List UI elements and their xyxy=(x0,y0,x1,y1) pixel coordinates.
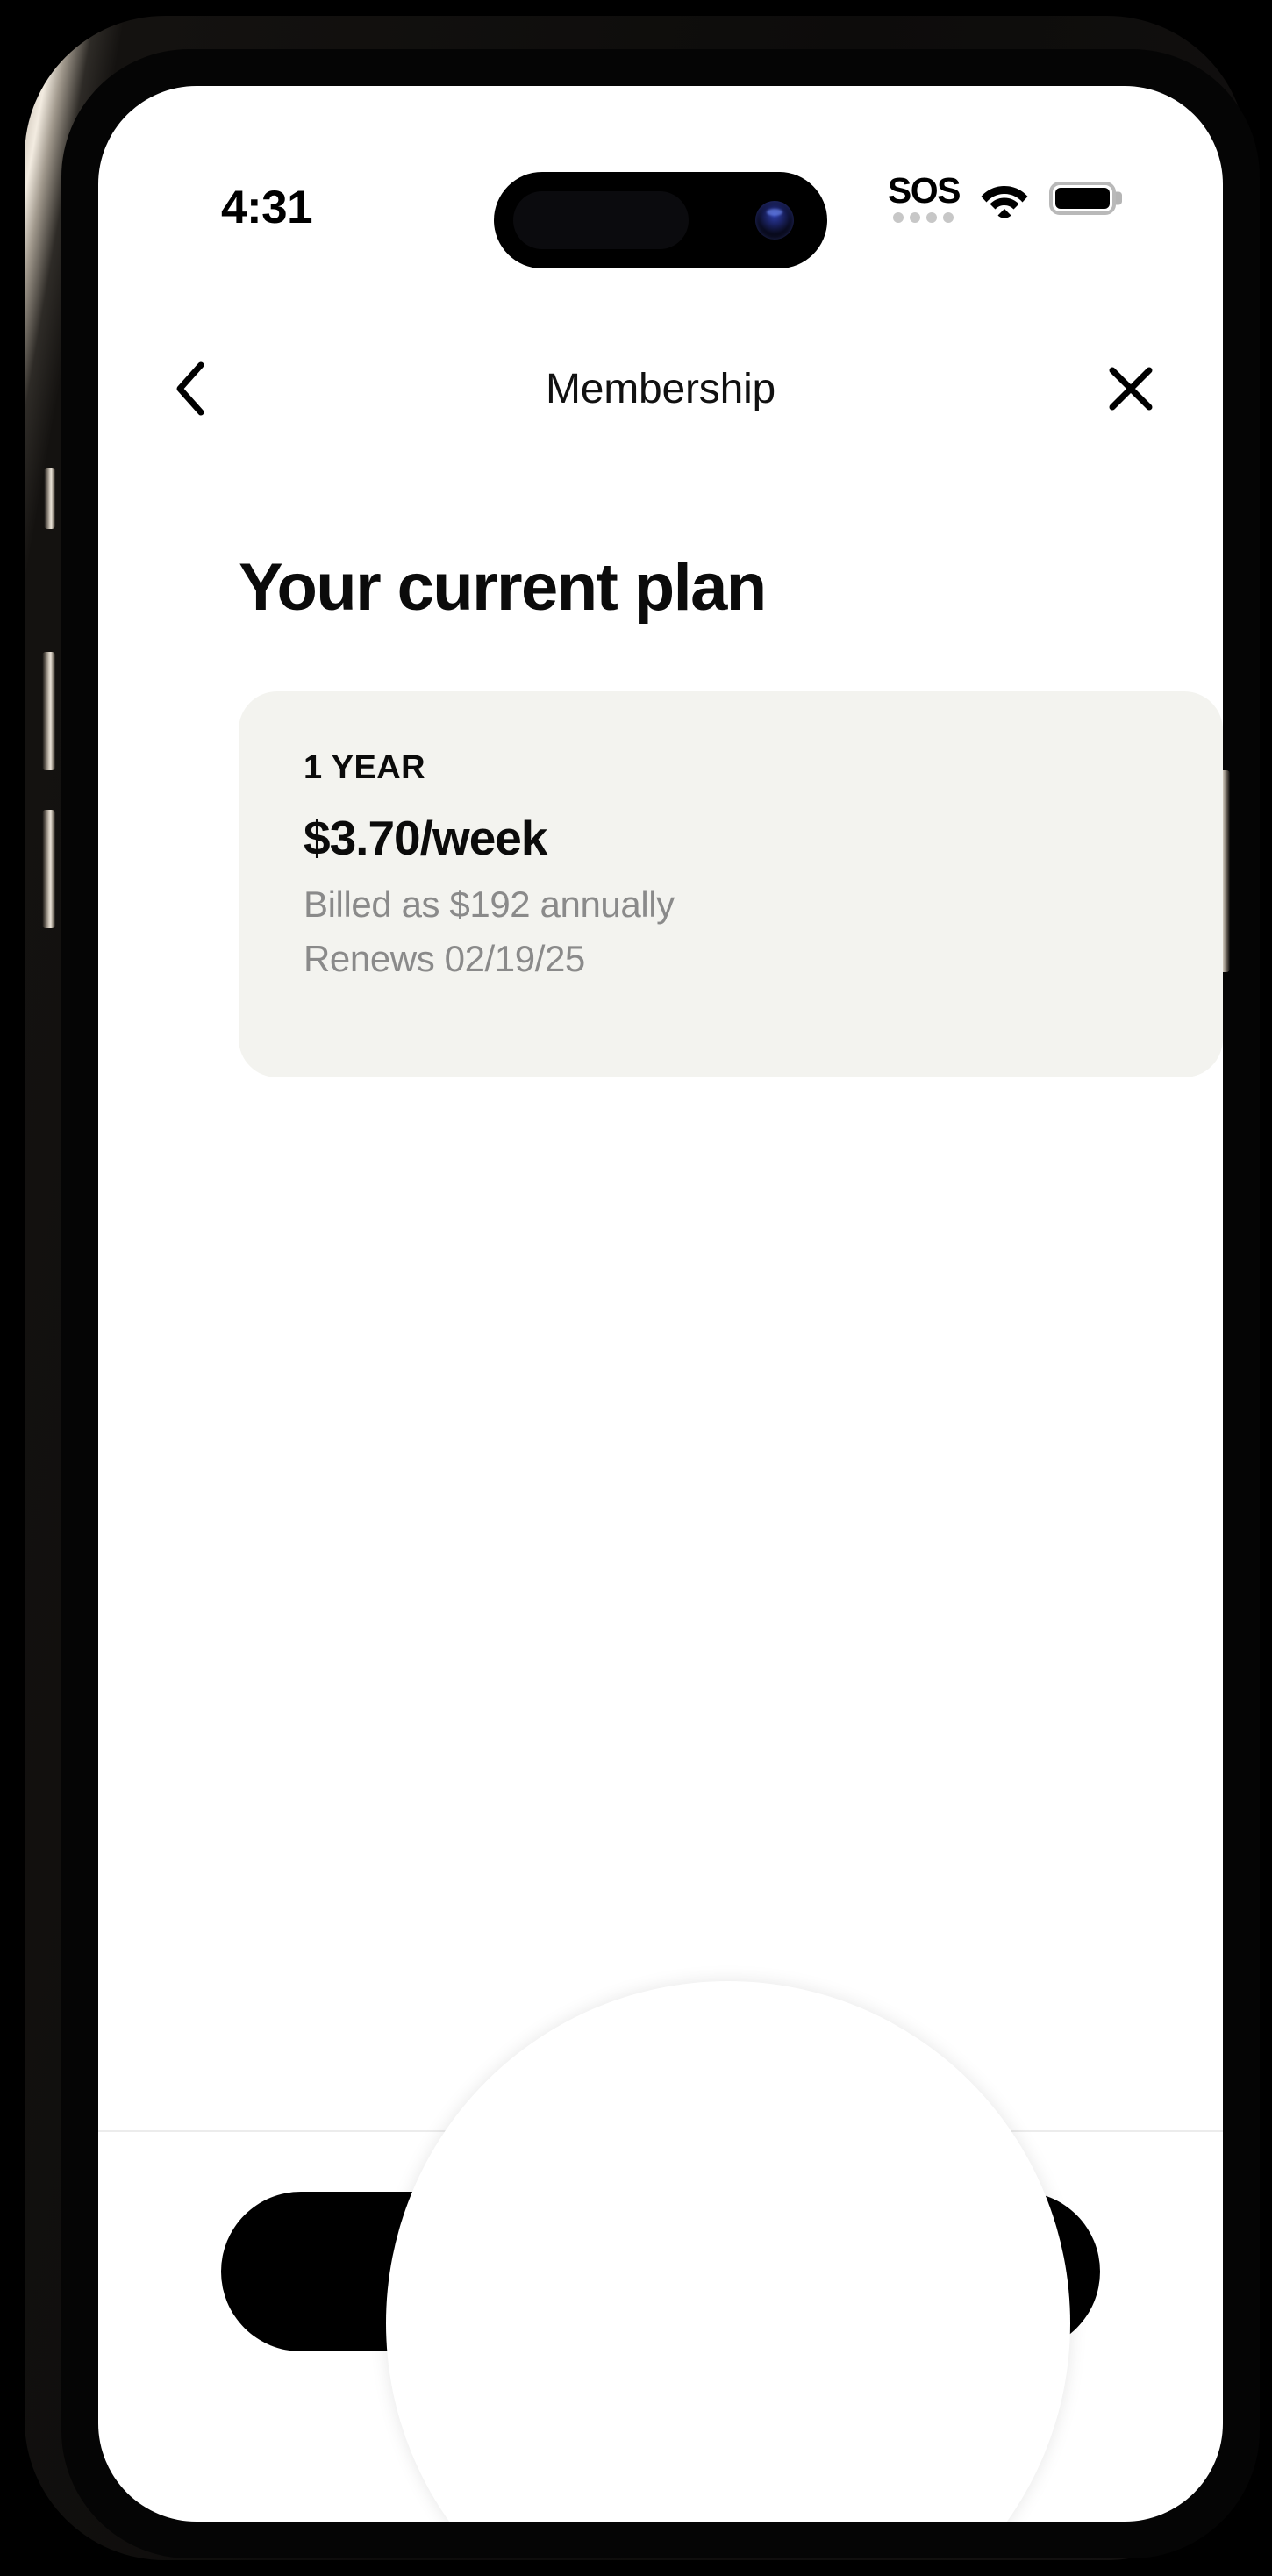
status-bar-time: 4:31 xyxy=(221,182,313,233)
sos-label: SOS xyxy=(887,170,961,211)
volume-down-button[interactable] xyxy=(42,810,55,928)
silent-switch-button[interactable] xyxy=(44,468,55,529)
volume-up-button[interactable] xyxy=(42,652,55,770)
close-button[interactable] xyxy=(1093,351,1168,426)
signal-dots-icon xyxy=(893,211,954,223)
phone-screen: 4:31 SOS Membership Your current plan 1 … xyxy=(98,86,1223,2522)
wifi-icon xyxy=(981,185,1028,218)
earpiece-speaker xyxy=(513,191,689,249)
battery-icon xyxy=(1049,181,1122,215)
status-bar: 4:31 SOS xyxy=(98,86,1223,268)
page-title: Your current plan xyxy=(239,550,767,625)
battery-fill-level xyxy=(1055,187,1110,209)
chevron-left-icon xyxy=(176,361,204,416)
front-camera-icon xyxy=(755,201,794,240)
phone-device-frame: 4:31 SOS Membership Your current plan 1 … xyxy=(25,16,1260,2560)
sos-indicator: SOS xyxy=(887,170,961,223)
dynamic-island xyxy=(494,172,827,268)
back-button[interactable] xyxy=(153,351,228,426)
page-header-title: Membership xyxy=(545,365,776,412)
current-plan-card: 1 YEAR $3.70/week Billed as $192 annuall… xyxy=(239,691,1223,1077)
close-x-icon xyxy=(1109,367,1153,411)
navigation-header: Membership xyxy=(98,332,1223,446)
battery-tip xyxy=(1116,191,1122,205)
plan-billing-detail: Billed as $192 annually xyxy=(304,884,675,925)
plan-term-label: 1 YEAR xyxy=(304,749,425,786)
zoom-lens-overlay: Manage Membership Update Payment Method xyxy=(386,1981,1070,2522)
plan-price: $3.70/week xyxy=(304,811,547,865)
plan-renewal-date: Renews 02/19/25 xyxy=(304,938,585,979)
status-bar-indicators: SOS xyxy=(887,170,1122,223)
